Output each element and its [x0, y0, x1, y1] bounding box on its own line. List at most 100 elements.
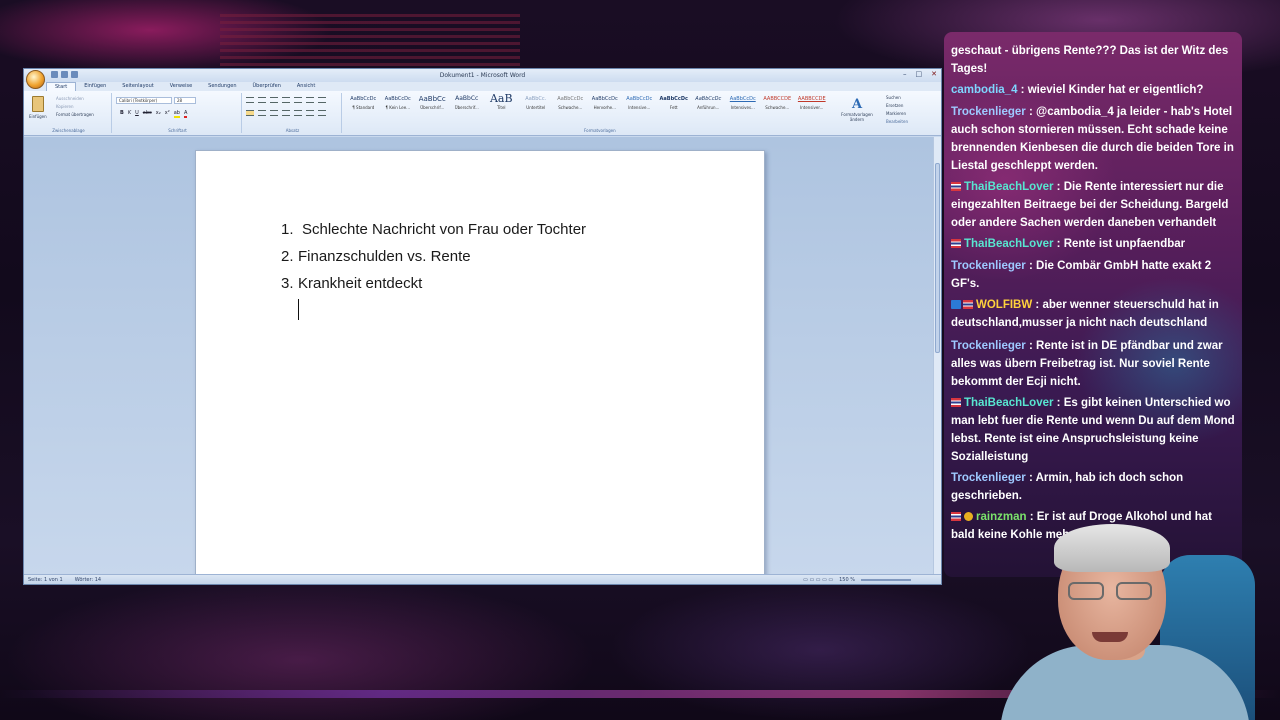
style-name: Untertitel [526, 105, 546, 110]
style-sample: AaBbCcDc [695, 96, 722, 102]
style-sample: AaBbCcDc [729, 96, 756, 102]
background-decoration [220, 14, 520, 66]
maximize-icon[interactable]: □ [916, 70, 923, 78]
style-intense-reference[interactable]: AABBCCDE Intensiver... [795, 93, 830, 117]
document-page[interactable]: 1. Schlechte Nachricht von Frau oder Toc… [195, 150, 765, 575]
zoom-level[interactable]: 150 % [839, 577, 855, 583]
style-intense-emphasis[interactable]: AaBbCcDc Intensive... [622, 93, 657, 117]
style-name: Titel [496, 105, 506, 110]
chat-username[interactable]: Trockenlieger [951, 340, 1026, 352]
list-number: 2. [281, 248, 294, 265]
prime-badge-icon [951, 300, 961, 309]
align-right-icon[interactable] [270, 110, 278, 116]
font-family-select[interactable]: Calibri (Textkörper) [116, 97, 172, 104]
select-button[interactable]: Markieren [886, 111, 908, 116]
style-standard[interactable]: AaBbCcDc ¶ Standard [346, 93, 381, 117]
italic-button[interactable]: K [128, 110, 131, 118]
minimize-icon[interactable]: – [903, 70, 907, 78]
chat-username[interactable]: WOLFIBW [976, 299, 1032, 311]
paste-icon[interactable] [32, 96, 44, 112]
close-icon[interactable]: ✕ [931, 70, 937, 78]
style-name: Anführun... [697, 105, 720, 110]
underline-button[interactable]: U [135, 110, 139, 118]
multilevel-list-icon[interactable] [270, 97, 278, 103]
style-emphasis[interactable]: AaBbCcDc Hervorhe... [588, 93, 623, 117]
find-button[interactable]: Suchen [886, 95, 908, 100]
chat-username[interactable]: Trockenlieger [951, 472, 1026, 484]
flag-badge-icon [951, 512, 961, 521]
copy-button[interactable]: Kopieren [56, 104, 94, 109]
replace-button[interactable]: Ersetzen [886, 103, 908, 108]
style-name: Intensives... [730, 105, 755, 110]
highlight-icon[interactable]: ab [173, 110, 180, 118]
chat-username[interactable]: cambodia_4 [951, 84, 1017, 96]
chat-username[interactable]: Trockenlieger [951, 106, 1026, 118]
page-count[interactable]: Seite: 1 von 1 [28, 577, 63, 583]
bullets-icon[interactable] [246, 97, 254, 103]
editing-group-label: Bearbeiten [886, 119, 908, 124]
justify-icon[interactable] [282, 110, 290, 116]
style-sample: AaBbCcDc [350, 96, 377, 102]
chat-username[interactable]: ThaiBeachLover [964, 181, 1053, 193]
increase-indent-icon[interactable] [294, 97, 302, 103]
style-sample: AaBbCcDc [626, 96, 653, 102]
change-styles-button[interactable]: A Formatvorlagen ändern [837, 97, 877, 122]
show-marks-icon[interactable] [318, 97, 326, 103]
scrollbar-thumb[interactable] [935, 163, 940, 353]
align-center-icon[interactable] [258, 110, 266, 116]
style-subtle-reference[interactable]: AABBCCDE Schwache... [760, 93, 795, 117]
numbering-icon[interactable] [258, 97, 266, 103]
numbered-list: 1. Schlechte Nachricht von Frau oder Toc… [281, 221, 586, 302]
mouth [1092, 632, 1128, 642]
word-count[interactable]: Wörter: 14 [75, 577, 101, 583]
borders-icon[interactable] [318, 110, 326, 116]
list-item: 1. Schlechte Nachricht von Frau oder Toc… [281, 221, 586, 248]
style-title[interactable]: AaB Titel [484, 93, 519, 117]
font-group: Calibri (Textkörper) 28 B K U abc x₂ x² … [114, 93, 242, 133]
style-quote[interactable]: AaBbCcDc Anführun... [691, 93, 726, 117]
change-styles-icon: A [851, 97, 863, 112]
editing-group: Suchen Ersetzen Markieren Bearbeiten [886, 95, 908, 124]
chat-text: geschaut - übrigens Rente??? Das ist der… [951, 45, 1229, 75]
style-name: Hervorhe... [593, 105, 616, 110]
style-heading-2[interactable]: AaBbCc Überschrif... [450, 93, 485, 117]
paste-button[interactable]: Einfügen [29, 114, 47, 119]
cut-button[interactable]: Ausschneiden [56, 96, 94, 101]
format-painter-button[interactable]: Format übertragen [56, 112, 94, 117]
flag-badge-icon [951, 239, 961, 248]
style-strong[interactable]: AaBbCcDc Fett [657, 93, 692, 117]
paragraph-group: Absatz [244, 93, 342, 133]
style-heading-1[interactable]: AaBbCc Überschrif... [415, 93, 450, 117]
chat-message: Trockenlieger : Die Combär GmbH hatte ex… [951, 260, 1212, 290]
font-color-icon[interactable]: A [183, 110, 188, 118]
list-number: 1. [281, 221, 294, 238]
decrease-indent-icon[interactable] [282, 97, 290, 103]
style-subtle-emphasis[interactable]: AaBbCcDc Schwache... [553, 93, 588, 117]
sort-icon[interactable] [306, 97, 314, 103]
superscript-button[interactable]: x² [165, 110, 170, 118]
styles-group-label: Formatvorlagen [584, 128, 616, 133]
style-subtitle[interactable]: AaBbCc. Untertitel [519, 93, 554, 117]
vertical-scrollbar[interactable] [933, 137, 941, 575]
style-sample: AABBCCDE [763, 96, 792, 102]
styles-gallery: AaBbCcDc ¶ Standard AaBbCcDc ¶ Kein Lee...… [346, 93, 829, 117]
style-name: Schwache... [558, 105, 583, 110]
shading-icon[interactable] [306, 110, 314, 116]
streamer-hair [1054, 524, 1170, 572]
strikethrough-button[interactable]: abc [143, 110, 152, 118]
align-left-icon[interactable] [246, 110, 254, 116]
office-button[interactable] [26, 70, 45, 89]
line-spacing-icon[interactable] [294, 110, 302, 116]
zoom-slider[interactable] [861, 579, 911, 581]
font-size-select[interactable]: 28 [174, 97, 196, 104]
style-no-spacing[interactable]: AaBbCcDc ¶ Kein Lee... [381, 93, 416, 117]
chat-message: Trockenlieger : Rente ist in DE pfändbar… [951, 340, 1223, 388]
chat-username[interactable]: Trockenlieger [951, 260, 1026, 272]
view-buttons[interactable]: ▭ ▭ ▭ ▭ ▭ [803, 577, 833, 583]
subscript-button[interactable]: x₂ [156, 110, 161, 118]
chat-username[interactable]: ThaiBeachLover [964, 397, 1053, 409]
bold-button[interactable]: B [120, 110, 124, 118]
stream-chat: geschaut - übrigens Rente??? Das ist der… [944, 32, 1242, 577]
style-intense-quote[interactable]: AaBbCcDc Intensives... [726, 93, 761, 117]
chat-username[interactable]: ThaiBeachLover [964, 238, 1053, 250]
